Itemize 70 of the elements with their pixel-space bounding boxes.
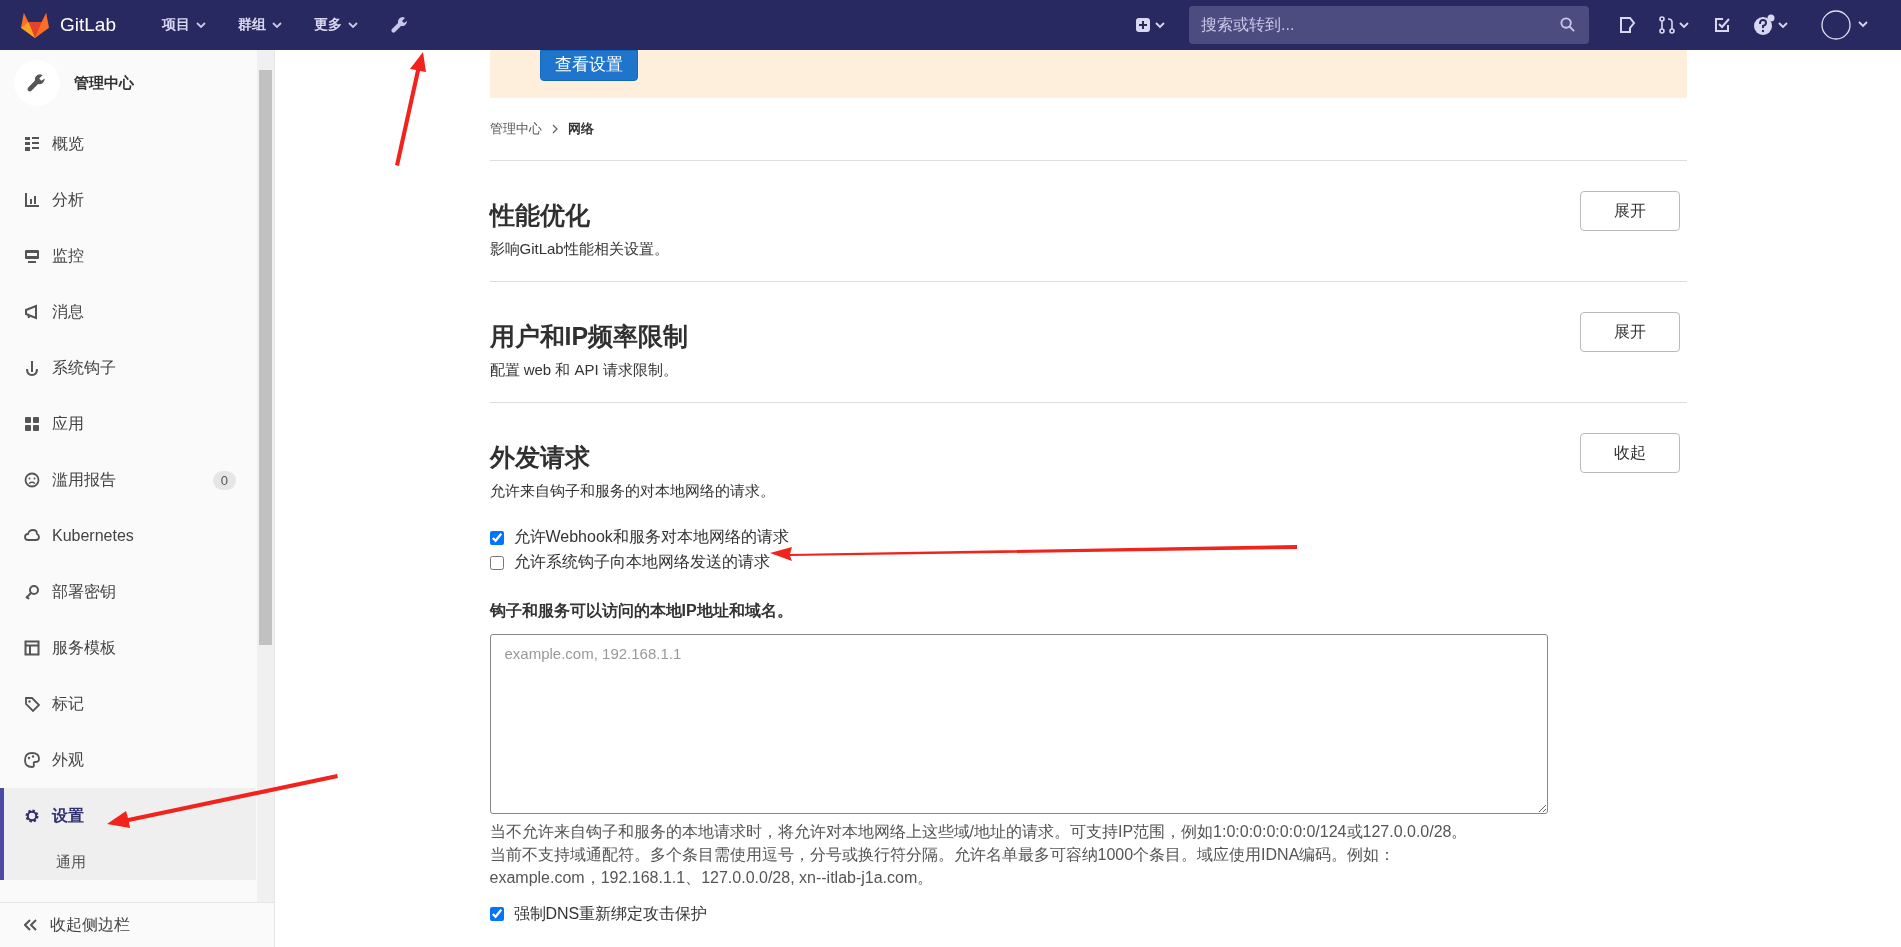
sidebar-item[interactable]: 服务模板: [0, 620, 256, 676]
sidebar-item[interactable]: 监控: [0, 228, 256, 284]
checkbox[interactable]: [489, 530, 504, 545]
double-chevron-icon: [24, 919, 38, 931]
nav-menu[interactable]: 项目: [156, 12, 212, 38]
chevron-right-icon: [551, 124, 558, 134]
overview-icon: [24, 136, 40, 152]
help-text: 当不允许来自钩子和服务的本地请求时，将允许对本地网络上这些域/地址的请求。可支持IP范围，例如1:0:0:0:0:0:0:0/124或127.0.0.0/28。当前不支持域通配符。多个条目需使用逗号，分号或换行符分隔。允许名单最多可容纳1000个条目。域应使用IDNA编码。例如：example.com，192.168.1.1、127.0.0.0/28, xn--itlab-j1a.com。: [489, 822, 1469, 888]
collapse-button[interactable]: 收起: [1579, 433, 1680, 473]
breadcrumb-link[interactable]: 管理中心: [489, 120, 542, 138]
sidebar-subitem[interactable]: 通用: [0, 844, 256, 880]
tag-icon: [24, 696, 40, 712]
field-label: 钩子和服务可以访问的本地IP地址和域名。: [489, 601, 794, 621]
section-title: 用户和IP频率限制: [489, 321, 689, 352]
sidebar-item[interactable]: Kubernetes: [0, 508, 256, 564]
nav-menu[interactable]: 更多: [308, 12, 364, 38]
fox-logo-icon[interactable]: [20, 11, 50, 39]
hook-icon: [24, 360, 40, 376]
section-title: 性能优化: [489, 200, 591, 231]
scrollbar[interactable]: [257, 50, 274, 903]
monitor-icon: [24, 248, 40, 264]
search-field[interactable]: 搜索或转到...: [1189, 6, 1589, 44]
template-icon: [24, 640, 40, 656]
sidebar-item[interactable]: 分析: [0, 172, 256, 228]
sidebar-item[interactable]: 标记: [0, 676, 256, 732]
sidebar-item[interactable]: 应用: [0, 396, 256, 452]
apps-icon: [24, 416, 40, 432]
input-field[interactable]: example.com, 192.168.1.1: [489, 634, 1548, 814]
view-settings-button[interactable]: 查看设置: [539, 50, 638, 81]
section-description: 影响GitLab性能相关设置。: [489, 240, 669, 259]
caret-icon: [272, 22, 282, 28]
sidebar-item[interactable]: 系统钩子: [0, 340, 256, 396]
megaphone-icon: [24, 304, 40, 320]
merge-request-icon[interactable]: [1659, 16, 1691, 34]
sidebar-item[interactable]: 部署密钥: [0, 564, 256, 620]
sidebar-title[interactable]: 管理中心: [74, 73, 134, 93]
wrench-icon[interactable]: [390, 15, 410, 35]
brand-name[interactable]: GitLab: [60, 14, 116, 36]
search-icon: [1560, 17, 1575, 32]
section-description: 配置 web 和 API 请求限制。: [489, 361, 679, 380]
issues-icon[interactable]: [1619, 16, 1637, 34]
sidebar-item[interactable]: 外观: [0, 732, 256, 788]
cloud-icon: [24, 528, 40, 544]
gear-icon: [24, 808, 40, 824]
sidebar-item[interactable]: 设置: [0, 788, 256, 844]
checkbox[interactable]: [489, 907, 504, 921]
caret-icon: [196, 22, 206, 28]
section-title: 外发请求: [489, 442, 591, 473]
sidebar-item[interactable]: 概览: [0, 116, 256, 172]
section-description: 允许来自钩子和服务的对本地网络的请求。: [489, 482, 775, 501]
checkbox[interactable]: [489, 555, 504, 570]
key-icon: [24, 584, 40, 600]
count-badge: 0: [212, 470, 236, 490]
plus-dropdown-icon[interactable]: [1135, 17, 1167, 33]
expand-button[interactable]: 展开: [1579, 191, 1680, 231]
breadcrumb-link[interactable]: 网络: [567, 120, 594, 138]
palette-icon: [24, 752, 40, 768]
sad-icon: [24, 472, 40, 488]
user-avatar-icon[interactable]: [1821, 9, 1871, 41]
help-icon[interactable]: [1753, 14, 1791, 36]
expand-button[interactable]: 展开: [1579, 312, 1680, 352]
checkbox-label: 强制DNS重新绑定攻击保护: [513, 903, 708, 924]
caret-icon: [348, 22, 358, 28]
nav-menu[interactable]: 群组: [232, 12, 288, 38]
checkbox-label: 允许Webhook和服务对本地网络的请求: [513, 527, 789, 547]
chart-icon: [24, 192, 40, 208]
sidebar-item[interactable]: 消息: [0, 284, 256, 340]
todo-icon[interactable]: [1713, 16, 1731, 34]
checkbox-label: 允许系统钩子向本地网络发送的请求: [513, 552, 770, 572]
sidebar-item[interactable]: 滥用报告 0: [0, 452, 256, 508]
